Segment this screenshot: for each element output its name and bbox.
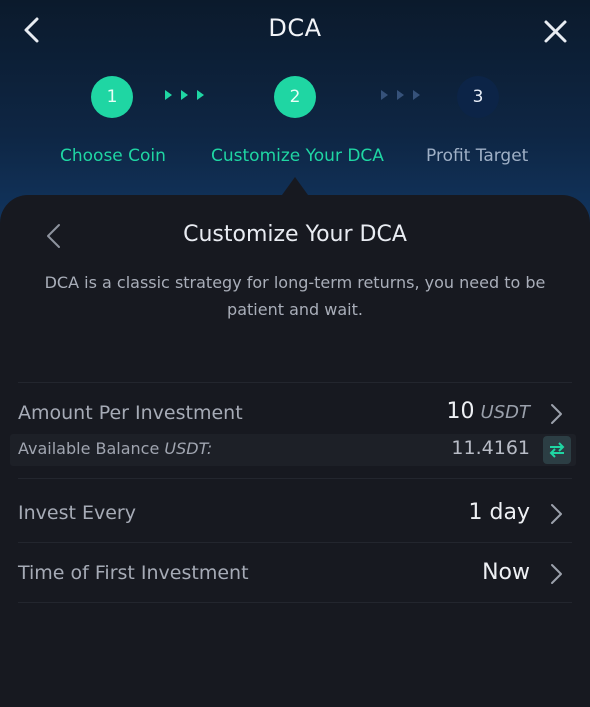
first-investment-value[interactable]: Now <box>482 560 530 585</box>
step-3-indicator[interactable]: 3 <box>457 76 499 118</box>
divider <box>18 542 572 543</box>
active-step-pointer <box>282 177 308 195</box>
page-title: DCA <box>268 14 322 42</box>
first-investment-row-arrow[interactable] <box>548 563 564 585</box>
frequency-label: Invest Every <box>18 502 136 524</box>
balance-value: 11.4161 <box>451 437 530 459</box>
card-description: DCA is a classic strategy for long-term … <box>44 273 546 319</box>
balance-unit: USDT: <box>164 439 213 458</box>
balance-label-text: Available Balance <box>18 439 160 458</box>
amount-unit: USDT <box>480 402 530 423</box>
step-3-label[interactable]: Profit Target <box>426 146 528 166</box>
chevron-right-icon <box>551 564 562 584</box>
swap-button[interactable] <box>543 436 571 464</box>
close-icon <box>544 20 567 43</box>
frequency-row-arrow[interactable] <box>548 503 564 525</box>
step-2-indicator[interactable]: 2 <box>274 76 316 118</box>
frequency-value[interactable]: 1 day <box>469 500 530 525</box>
chevron-right-icon <box>551 504 562 524</box>
amount-row-arrow[interactable] <box>548 403 564 425</box>
close-button[interactable] <box>538 14 574 50</box>
amount-number: 10 <box>446 399 475 424</box>
step-2-label[interactable]: Customize Your DCA <box>211 146 384 166</box>
chevron-right-icon <box>551 404 562 424</box>
step-1-indicator[interactable]: 1 <box>91 76 133 118</box>
amount-value[interactable]: 10 USDT <box>447 399 530 424</box>
step-connector-2 <box>381 90 420 100</box>
step-connector-1 <box>165 90 204 100</box>
amount-label: Amount Per Investment <box>18 402 243 424</box>
first-investment-label: Time of First Investment <box>18 562 249 584</box>
divider <box>18 478 572 479</box>
balance-label: Available Balance USDT: <box>18 439 212 458</box>
divider <box>18 382 572 383</box>
swap-arrows-icon <box>549 442 565 458</box>
card-title: Customize Your DCA <box>183 222 407 247</box>
divider <box>18 602 572 603</box>
step-1-label[interactable]: Choose Coin <box>60 146 166 166</box>
